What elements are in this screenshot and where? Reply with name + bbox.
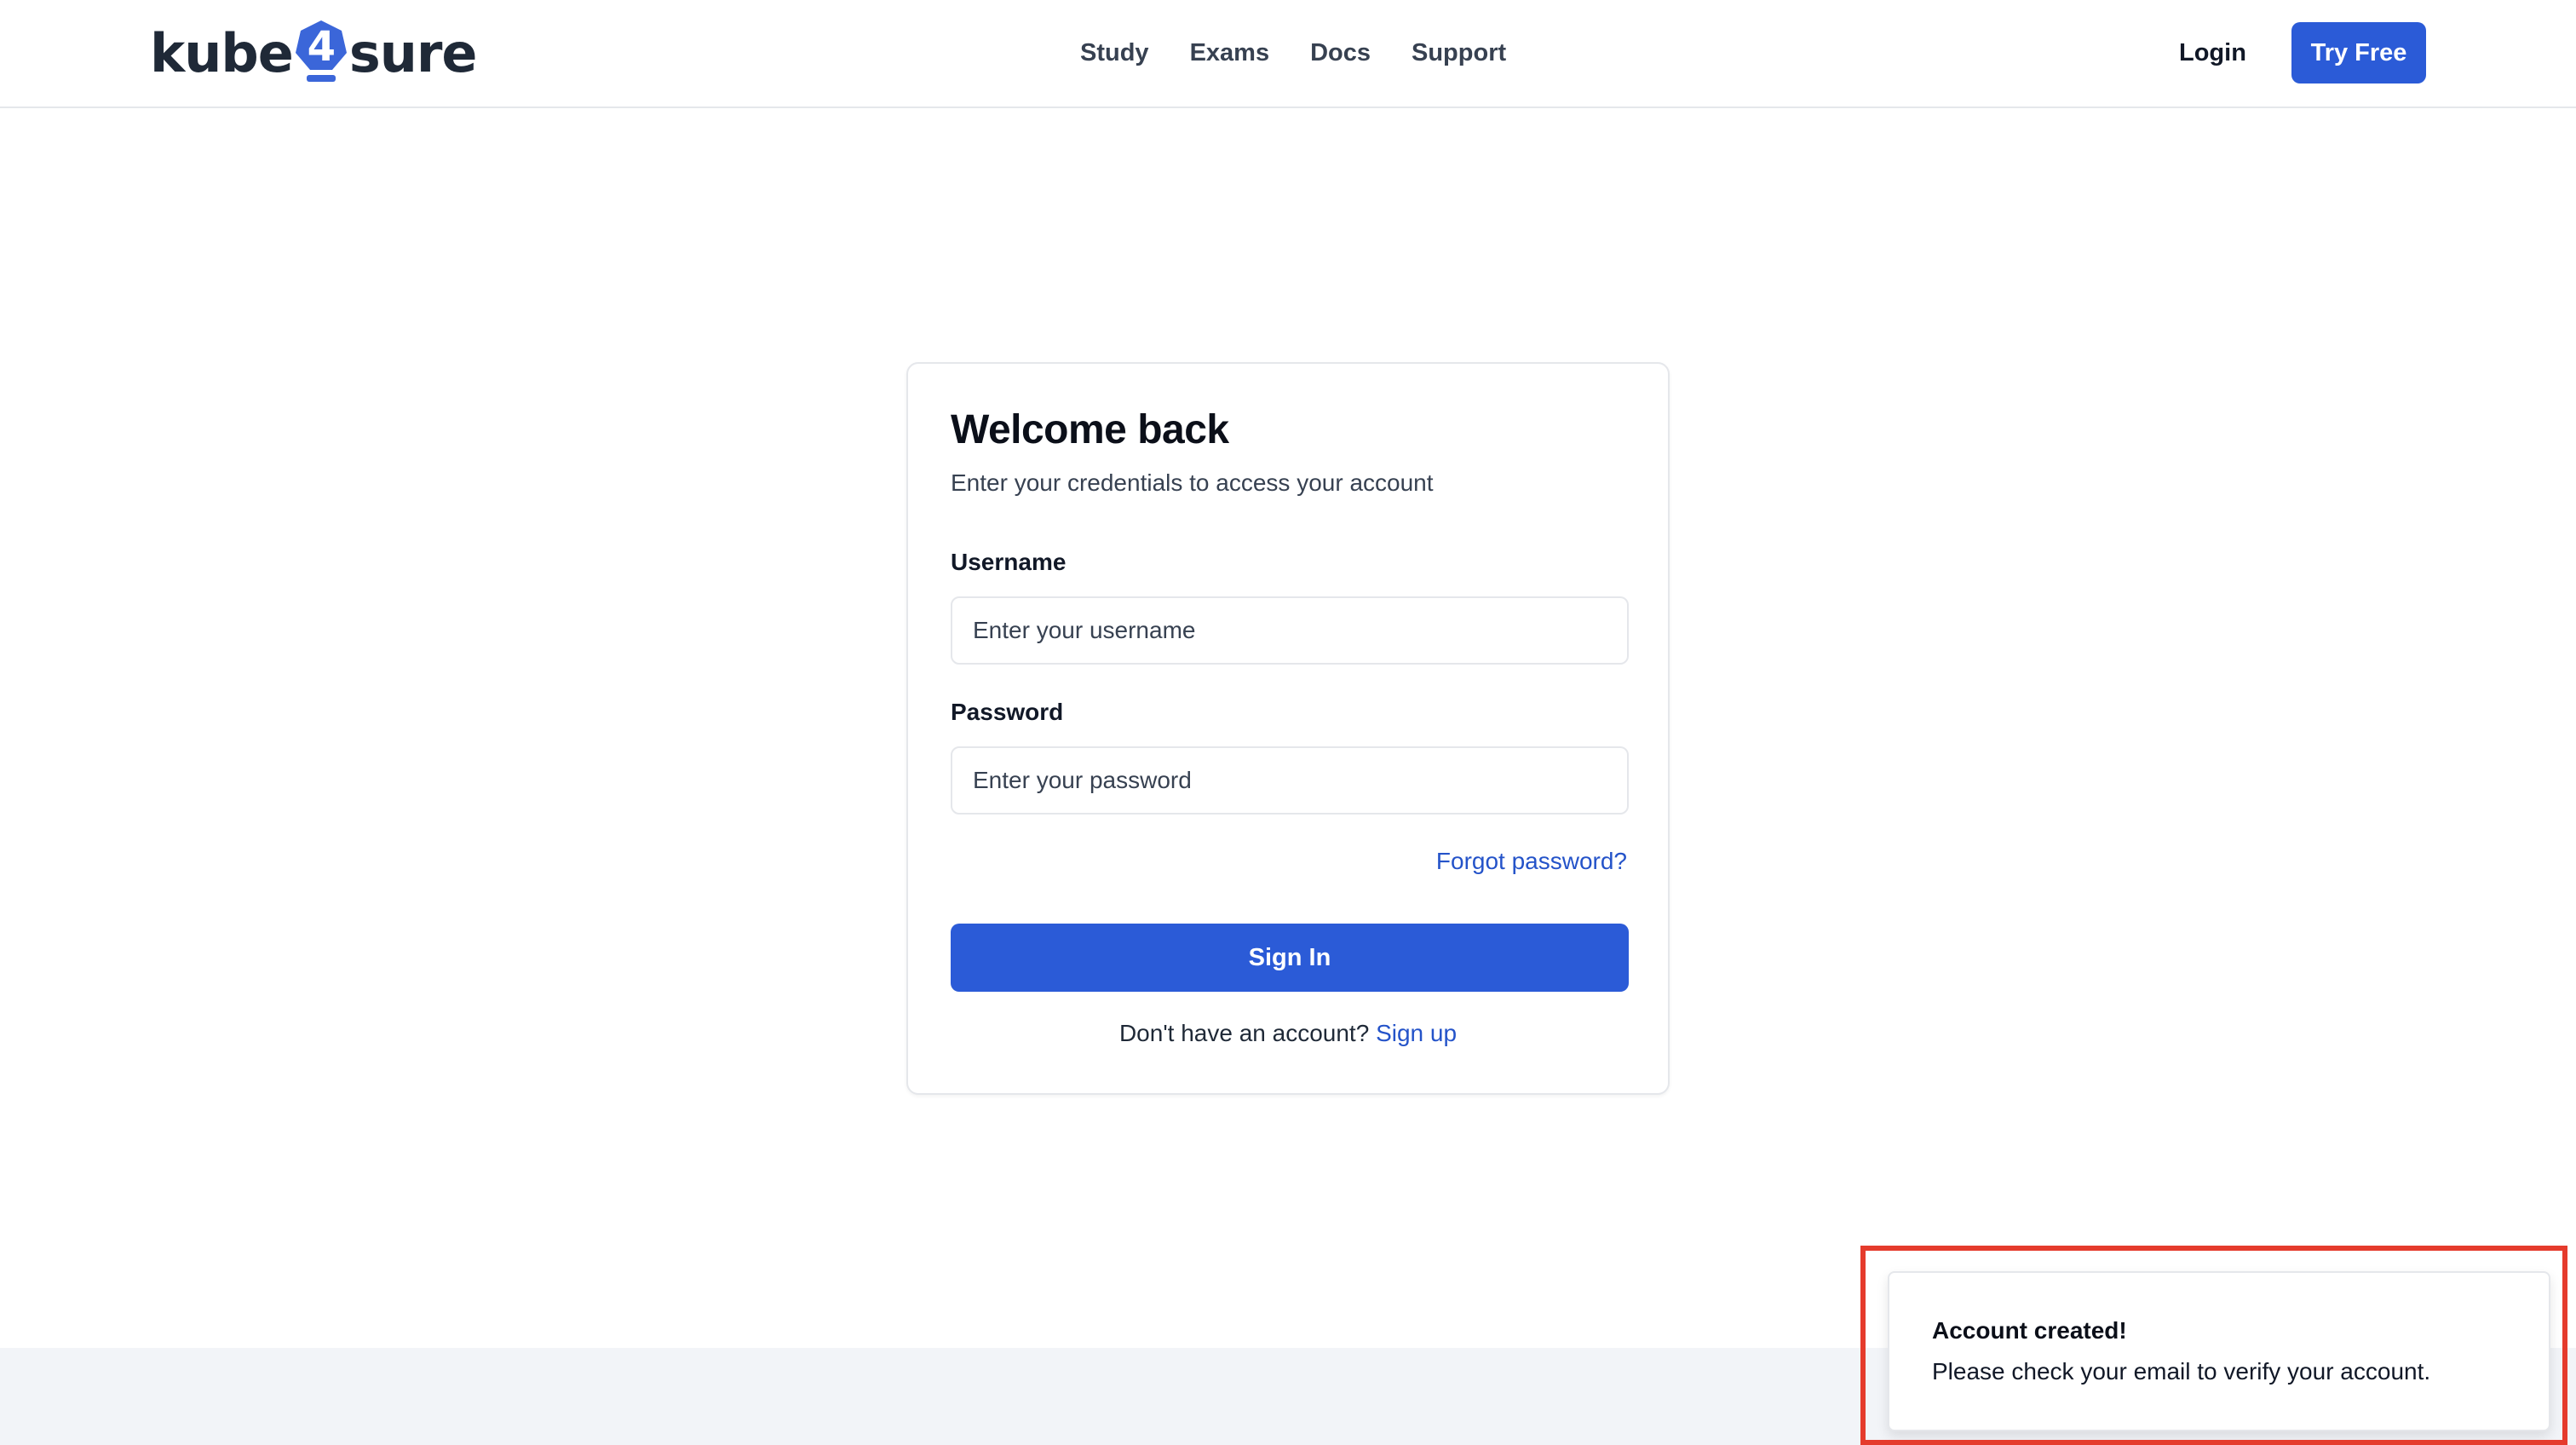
kube4sure-logo[interactable]: kube 4 sure bbox=[150, 17, 478, 89]
login-subtitle: Enter your credentials to access your ac… bbox=[951, 469, 1434, 496]
nav-exams[interactable]: Exams bbox=[1190, 32, 1270, 73]
nav-study[interactable]: Study bbox=[1080, 32, 1149, 73]
try-free-button[interactable]: Try Free bbox=[2291, 22, 2426, 83]
login-title: Welcome back bbox=[951, 407, 1229, 452]
site-header: kube 4 sure Study Exams Docs Support Log… bbox=[0, 0, 2576, 108]
toast-notification[interactable]: Account created! Please check your email… bbox=[1888, 1271, 2550, 1431]
logo-badge-icon: 4 bbox=[295, 19, 348, 87]
login-link[interactable]: Login bbox=[2179, 32, 2246, 73]
toast-message: Please check your email to verify your a… bbox=[1932, 1358, 2431, 1385]
username-input[interactable] bbox=[951, 596, 1629, 665]
logo-prefix: kube bbox=[150, 21, 294, 84]
toast-title: Account created! bbox=[1932, 1317, 2127, 1344]
nav-docs[interactable]: Docs bbox=[1310, 32, 1371, 73]
login-card: Welcome back Enter your credentials to a… bbox=[906, 362, 1670, 1095]
password-label: Password bbox=[951, 699, 1064, 725]
signup-row: Don't have an account? Sign up bbox=[908, 1020, 1668, 1047]
password-input[interactable] bbox=[951, 746, 1629, 815]
nav-support[interactable]: Support bbox=[1412, 32, 1506, 73]
signup-prompt: Don't have an account? bbox=[1118, 1020, 1377, 1046]
main-nav: Study Exams Docs Support bbox=[1080, 32, 1506, 73]
page: kube 4 sure Study Exams Docs Support Log… bbox=[0, 0, 2576, 1445]
username-label: Username bbox=[951, 549, 1067, 575]
sign-in-button[interactable]: Sign In bbox=[951, 924, 1629, 992]
logo-suffix: sure bbox=[348, 21, 478, 84]
sign-up-link[interactable]: Sign up bbox=[1376, 1020, 1457, 1046]
logo-digit: 4 bbox=[307, 23, 336, 71]
forgot-password-link[interactable]: Forgot password? bbox=[1436, 848, 1627, 875]
